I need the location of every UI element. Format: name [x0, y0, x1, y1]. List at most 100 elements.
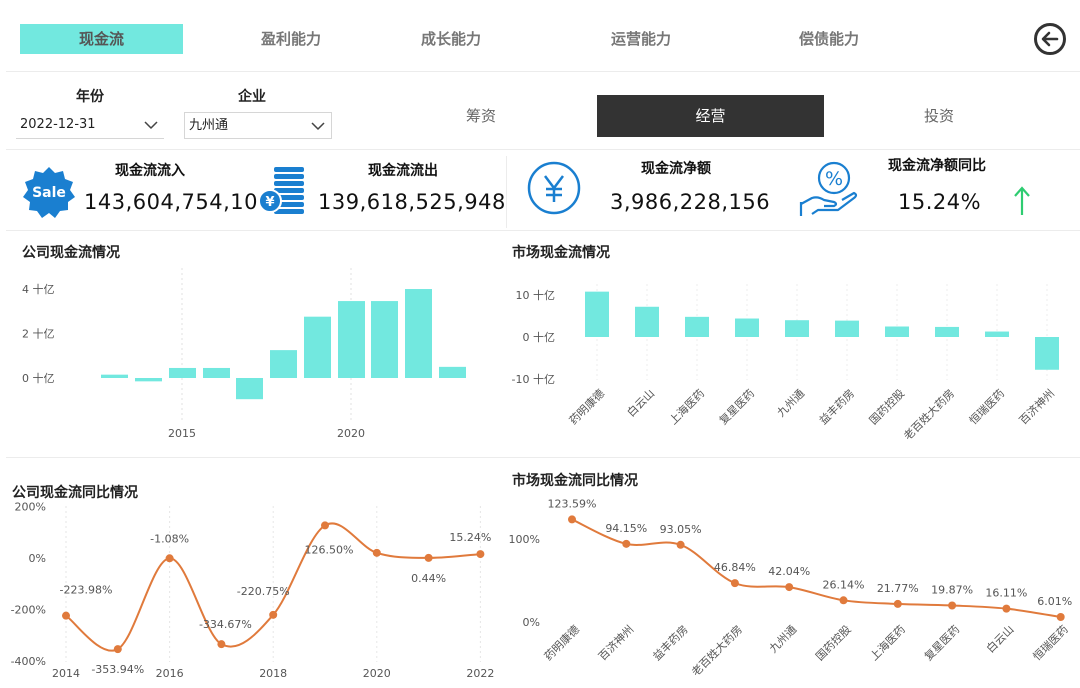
- data-point: [948, 601, 957, 610]
- back-arrow-icon: [1041, 31, 1059, 47]
- data-label: -1.08%: [150, 532, 189, 545]
- y-tick-label: 0%: [29, 552, 46, 565]
- percent-hand-icon: %: [799, 161, 858, 216]
- y-tick-label: 200%: [15, 501, 46, 514]
- company-label: 企业: [238, 89, 266, 105]
- data-label: 93.05%: [660, 523, 702, 536]
- yoy-title: 现金流净额同比: [888, 158, 986, 174]
- chevron-down-icon: [144, 121, 158, 130]
- y-tick-label: 0 十亿: [22, 371, 55, 385]
- chart-company-yoy: 200% 0% -200% -400% -223.98% -353.94% -1.08% -3…: [11, 501, 495, 681]
- divider: [6, 457, 1080, 458]
- x-tick-label: 复星医药: [921, 622, 962, 663]
- data-point: [568, 515, 576, 524]
- data-point: [839, 596, 848, 605]
- chart-title-company-cashflow: 公司现金流情况: [22, 245, 120, 261]
- x-tick-label: 恒瑞医药: [1030, 622, 1071, 663]
- data-point: [321, 521, 329, 530]
- x-tick-label: 2016: [156, 667, 184, 680]
- tab-profitability[interactable]: 盈利能力: [216, 24, 366, 54]
- tab-operation[interactable]: 运营能力: [566, 24, 716, 54]
- x-tick-label: 2015: [168, 427, 196, 440]
- data-point: [622, 539, 631, 548]
- bar: [935, 326, 959, 337]
- inflow-value: 143,604,754,104: [84, 190, 272, 214]
- x-tick-label: 上海医药: [666, 386, 707, 427]
- data-label: 21.77%: [877, 582, 919, 595]
- data-label: -334.67%: [199, 618, 252, 631]
- x-tick-label: 药明康德: [541, 622, 582, 663]
- bar: [835, 320, 859, 337]
- coin-stack-icon: ¥: [258, 167, 304, 214]
- x-tick-label: 2014: [52, 667, 80, 680]
- bar: [236, 378, 263, 400]
- bar: [635, 306, 659, 337]
- year-select[interactable]: 2022-12-31: [16, 112, 164, 139]
- x-tick-label: 老百姓大药房: [901, 386, 958, 443]
- x-tick-label: 九州通: [775, 387, 808, 420]
- tab-cashflow[interactable]: 现金流: [20, 24, 183, 54]
- data-label: 16.11%: [985, 587, 1027, 600]
- segment-investing[interactable]: 投资: [848, 95, 1030, 137]
- tab-growth[interactable]: 成长能力: [376, 24, 526, 54]
- company-select[interactable]: 九州通: [184, 112, 332, 139]
- y-tick-label: -200%: [11, 604, 46, 617]
- chart-market-cashflow: 10 十亿 0 十亿 -10 十亿药明康德 白云山 上海医药 复星医药 九州通 益丰药房 国药控…: [512, 284, 1059, 443]
- x-tick-label: 百济神州: [1016, 386, 1057, 427]
- x-tick-label: 白云山: [983, 622, 1016, 655]
- segment-operating[interactable]: 经营: [597, 95, 824, 137]
- data-label: -353.94%: [91, 663, 144, 676]
- bar: [405, 289, 432, 378]
- bar: [885, 326, 909, 337]
- yen-circle-icon: [527, 161, 581, 215]
- y-tick-label: 4 十亿: [22, 282, 55, 296]
- bar: [985, 331, 1009, 337]
- tab-solvency[interactable]: 偿债能力: [754, 24, 904, 54]
- net-title: 现金流净额: [641, 161, 711, 177]
- x-tick-label: 益丰药房: [650, 622, 691, 663]
- x-tick-label: 复星医药: [716, 386, 757, 427]
- x-tick-label: 国药控股: [813, 622, 854, 663]
- chart-company-cashflow: 4 十亿 2 十亿 0 十亿 2015 2020: [22, 268, 466, 440]
- data-point: [893, 599, 902, 608]
- up-arrow-icon: [1014, 186, 1030, 215]
- x-tick-label: 2018: [259, 667, 287, 680]
- y-tick-label: 100%: [509, 533, 540, 546]
- data-label: 94.15%: [605, 522, 647, 535]
- data-label: 126.50%: [305, 543, 354, 556]
- x-tick-label: 白云山: [624, 386, 657, 419]
- x-tick-label: 九州通: [767, 623, 800, 656]
- divider: [506, 156, 507, 228]
- outflow-title: 现金流流出: [368, 163, 438, 179]
- svg-text:%: %: [825, 168, 843, 190]
- x-tick-label: 药明康德: [566, 386, 607, 427]
- y-tick-label: 10 十亿: [516, 288, 556, 302]
- data-point: [1056, 613, 1065, 622]
- data-point: [372, 548, 381, 557]
- chevron-down-icon: [311, 122, 325, 131]
- net-value: 3,986,228,156: [610, 190, 771, 214]
- bar: [371, 301, 398, 378]
- back-button[interactable]: [1034, 23, 1066, 55]
- data-point: [113, 645, 122, 654]
- divider: [6, 230, 1080, 231]
- data-point: [785, 583, 794, 592]
- y-tick-label: 0%: [523, 616, 540, 629]
- bar: [585, 291, 609, 337]
- data-point: [165, 554, 174, 563]
- y-tick-label: 0 十亿: [523, 330, 556, 344]
- svg-text:¥: ¥: [265, 195, 274, 210]
- y-tick-label: 2 十亿: [22, 326, 55, 340]
- data-point: [424, 553, 433, 562]
- bar: [439, 366, 466, 378]
- data-label: 6.01%: [1037, 595, 1072, 608]
- x-tick-label: 恒瑞医药: [966, 386, 1007, 427]
- x-tick-label: 百济神州: [595, 622, 636, 663]
- company-value: 九州通: [189, 118, 229, 133]
- bar: [338, 301, 365, 378]
- data-point: [269, 610, 278, 619]
- data-label: 42.04%: [768, 565, 810, 578]
- segment-financing[interactable]: 筹资: [390, 95, 572, 137]
- chart-market-yoy: 100% 0% 123.59% 药明康德 94.15% 百济神州 93.05% 益丰药房 46.…: [509, 497, 1073, 678]
- x-tick-label: 2022: [466, 667, 494, 680]
